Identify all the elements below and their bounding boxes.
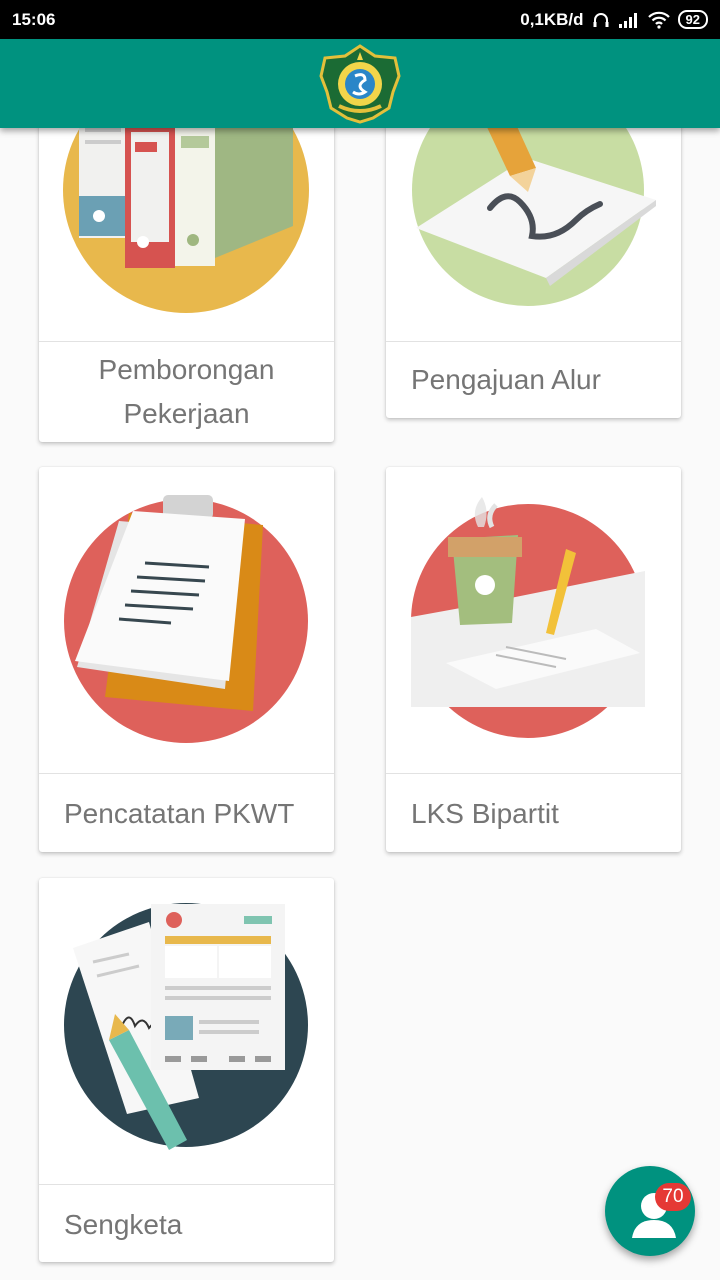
menu-card-sengketa[interactable]: Sengketa	[39, 878, 334, 1262]
menu-card-pengajuan-alur[interactable]: Pengajuan Alur	[386, 128, 681, 418]
menu-grid: Pemborongan Pekerjaan Pengajuan Alur Pen…	[0, 128, 720, 1280]
headphones-icon	[593, 12, 609, 27]
menu-card-lks-bipartit[interactable]: LKS Bipartit	[386, 467, 681, 852]
emblem-logo-icon	[319, 43, 401, 124]
status-time: 15:06	[12, 9, 56, 29]
card-label: Pengajuan Alur	[411, 364, 601, 395]
user-icon	[632, 1193, 676, 1238]
profile-fab-button[interactable]	[605, 1166, 695, 1256]
coffee-pencil-paper-illustration	[386, 467, 681, 774]
signal-icon	[618, 12, 637, 28]
status-icons: 0,1KB/d 92	[520, 10, 708, 30]
binders-illustration	[39, 128, 334, 342]
notification-badge: 70	[655, 1183, 691, 1211]
signature-pen-illustration	[386, 128, 681, 342]
menu-card-pemborongan-pekerjaan[interactable]: Pemborongan Pekerjaan	[39, 128, 334, 442]
card-label: LKS Bipartit	[411, 798, 559, 829]
menu-card-pencatatan-pkwt[interactable]: Pencatatan PKWT	[39, 467, 334, 852]
card-label: Pemborongan	[98, 354, 275, 385]
clipboard-illustration	[39, 467, 334, 774]
battery-indicator: 92	[677, 10, 708, 29]
network-speed: 0,1KB/d	[520, 9, 584, 29]
wifi-icon	[647, 11, 670, 29]
card-label: Pencatatan PKWT	[64, 798, 295, 829]
contract-fountain-pen-illustration	[39, 878, 334, 1185]
card-label: Pekerjaan	[123, 398, 250, 429]
status-bar: 15:06 0,1KB/d 92	[0, 0, 720, 39]
app-bar	[0, 39, 720, 128]
card-label: Sengketa	[64, 1209, 183, 1240]
